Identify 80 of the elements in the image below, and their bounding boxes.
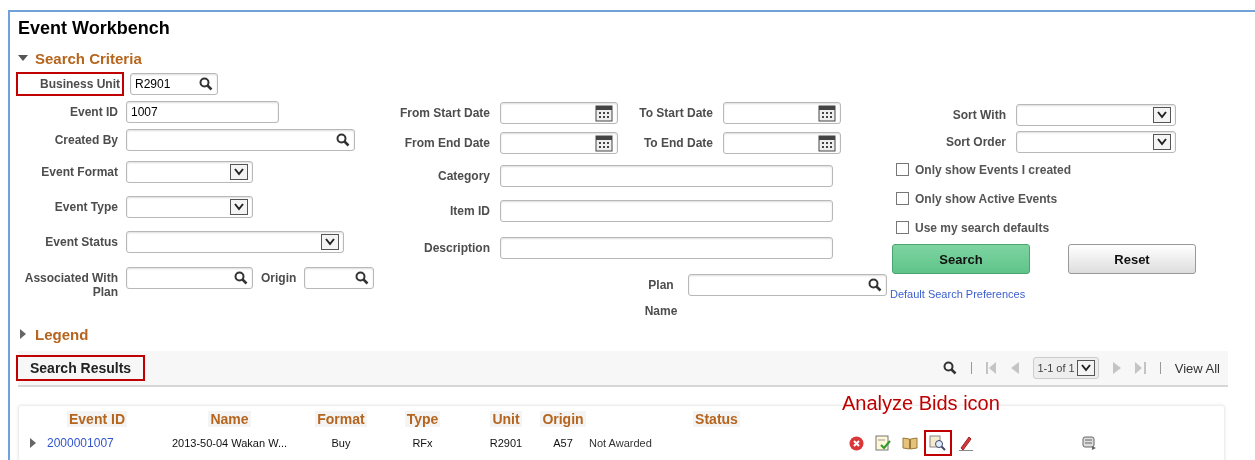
column-header[interactable]: Unit	[490, 411, 522, 427]
field-label: Event Type	[53, 199, 118, 214]
field-label: Business Unit	[18, 74, 122, 94]
table-cell: 2013-50-04 Wakan W...	[171, 437, 288, 449]
field-label: Category	[437, 168, 490, 183]
dropdown-field[interactable]	[126, 230, 344, 253]
column-header[interactable]: Origin	[540, 411, 586, 427]
reset-button[interactable]: Reset	[1068, 244, 1196, 274]
dropdown-field[interactable]	[126, 160, 253, 183]
calendar-icon[interactable]	[595, 134, 613, 152]
section-heading[interactable]: Search Criteria	[35, 49, 142, 67]
date-field[interactable]	[723, 102, 841, 124]
field-label: Event Format	[40, 164, 118, 179]
column-header[interactable]: Format	[315, 411, 367, 427]
search-icon[interactable]	[868, 278, 882, 292]
column-header[interactable]: Event ID	[67, 411, 127, 427]
table-cell: RFx	[412, 437, 433, 449]
field-label: Created By	[53, 133, 118, 147]
field-label: Origin	[261, 271, 297, 285]
field-label: From End Date	[403, 136, 490, 150]
search-icon[interactable]	[234, 271, 248, 285]
view-all-link[interactable]: View All	[1174, 360, 1220, 376]
expand-triangle-icon[interactable]	[28, 438, 38, 448]
callout-text: Analyze Bids icon	[842, 392, 1000, 415]
text-field[interactable]	[500, 164, 833, 187]
page-selector[interactable]: 1-1 of 1	[1033, 357, 1099, 379]
dropdown-field[interactable]	[126, 195, 253, 218]
field-label: Associated With Plan	[23, 270, 118, 299]
field-label: To End Date	[642, 136, 713, 150]
table-cell: R2901	[489, 437, 523, 449]
lookup-field[interactable]	[126, 129, 355, 151]
field-label: Item ID	[449, 203, 490, 218]
event-id-link[interactable]: 2000001007	[47, 436, 114, 450]
field-label: Description	[423, 241, 490, 255]
search-button[interactable]: Search	[892, 244, 1030, 274]
checkbox[interactable]	[896, 192, 909, 205]
magnifier-document-icon[interactable]	[924, 430, 952, 456]
text-field[interactable]	[500, 199, 833, 222]
date-field[interactable]	[500, 102, 618, 124]
lookup-field[interactable]	[126, 267, 253, 289]
field-label: Plan Name	[643, 277, 679, 320]
text-field[interactable]: 1007	[126, 101, 279, 123]
lookup-field[interactable]	[688, 274, 887, 296]
search-icon[interactable]	[336, 133, 350, 147]
results-title: Search Results	[18, 357, 144, 379]
checkbox-label: Only show Events I created	[915, 162, 1072, 177]
expand-triangle-icon[interactable]	[18, 329, 28, 339]
checkbox[interactable]	[896, 163, 909, 176]
checkbox[interactable]	[896, 221, 909, 234]
lookup-field[interactable]	[304, 267, 375, 289]
dropdown-field[interactable]	[1016, 103, 1176, 126]
field-label: Sort Order	[945, 134, 1006, 149]
field-label: To Start Date	[638, 106, 713, 120]
collapse-triangle-icon[interactable]	[18, 53, 28, 63]
search-icon[interactable]	[199, 77, 213, 91]
field-label: From Start Date	[398, 106, 490, 120]
field-label: Event ID	[69, 105, 118, 119]
table-cell: A57	[553, 437, 573, 449]
search-icon[interactable]	[943, 361, 958, 375]
field-label: Event Status	[44, 234, 118, 249]
text-field[interactable]	[500, 237, 833, 259]
page-title: Event Workbench	[18, 18, 170, 38]
column-header[interactable]: Name	[208, 411, 251, 427]
calendar-icon[interactable]	[595, 104, 613, 122]
section-heading[interactable]: Legend	[35, 325, 89, 343]
search-icon[interactable]	[355, 271, 370, 285]
dropdown-field[interactable]	[1016, 130, 1176, 153]
lookup-field[interactable]: R2901	[130, 73, 218, 95]
date-field[interactable]	[723, 132, 841, 154]
column-header[interactable]: Type	[404, 411, 441, 427]
table-cell: Not Awarded	[589, 437, 652, 449]
table-cell: Buy	[331, 437, 351, 449]
date-field[interactable]	[500, 132, 618, 154]
column-header[interactable]: Status	[693, 411, 740, 427]
calendar-icon[interactable]	[818, 134, 836, 152]
preferences-link[interactable]: Default Search Preferences	[890, 288, 1026, 300]
checkbox-label: Use my search defaults	[915, 220, 1050, 235]
calendar-icon[interactable]	[818, 104, 836, 122]
field-label: Sort With	[951, 107, 1006, 122]
checkbox-label: Only show Active Events	[915, 191, 1058, 206]
